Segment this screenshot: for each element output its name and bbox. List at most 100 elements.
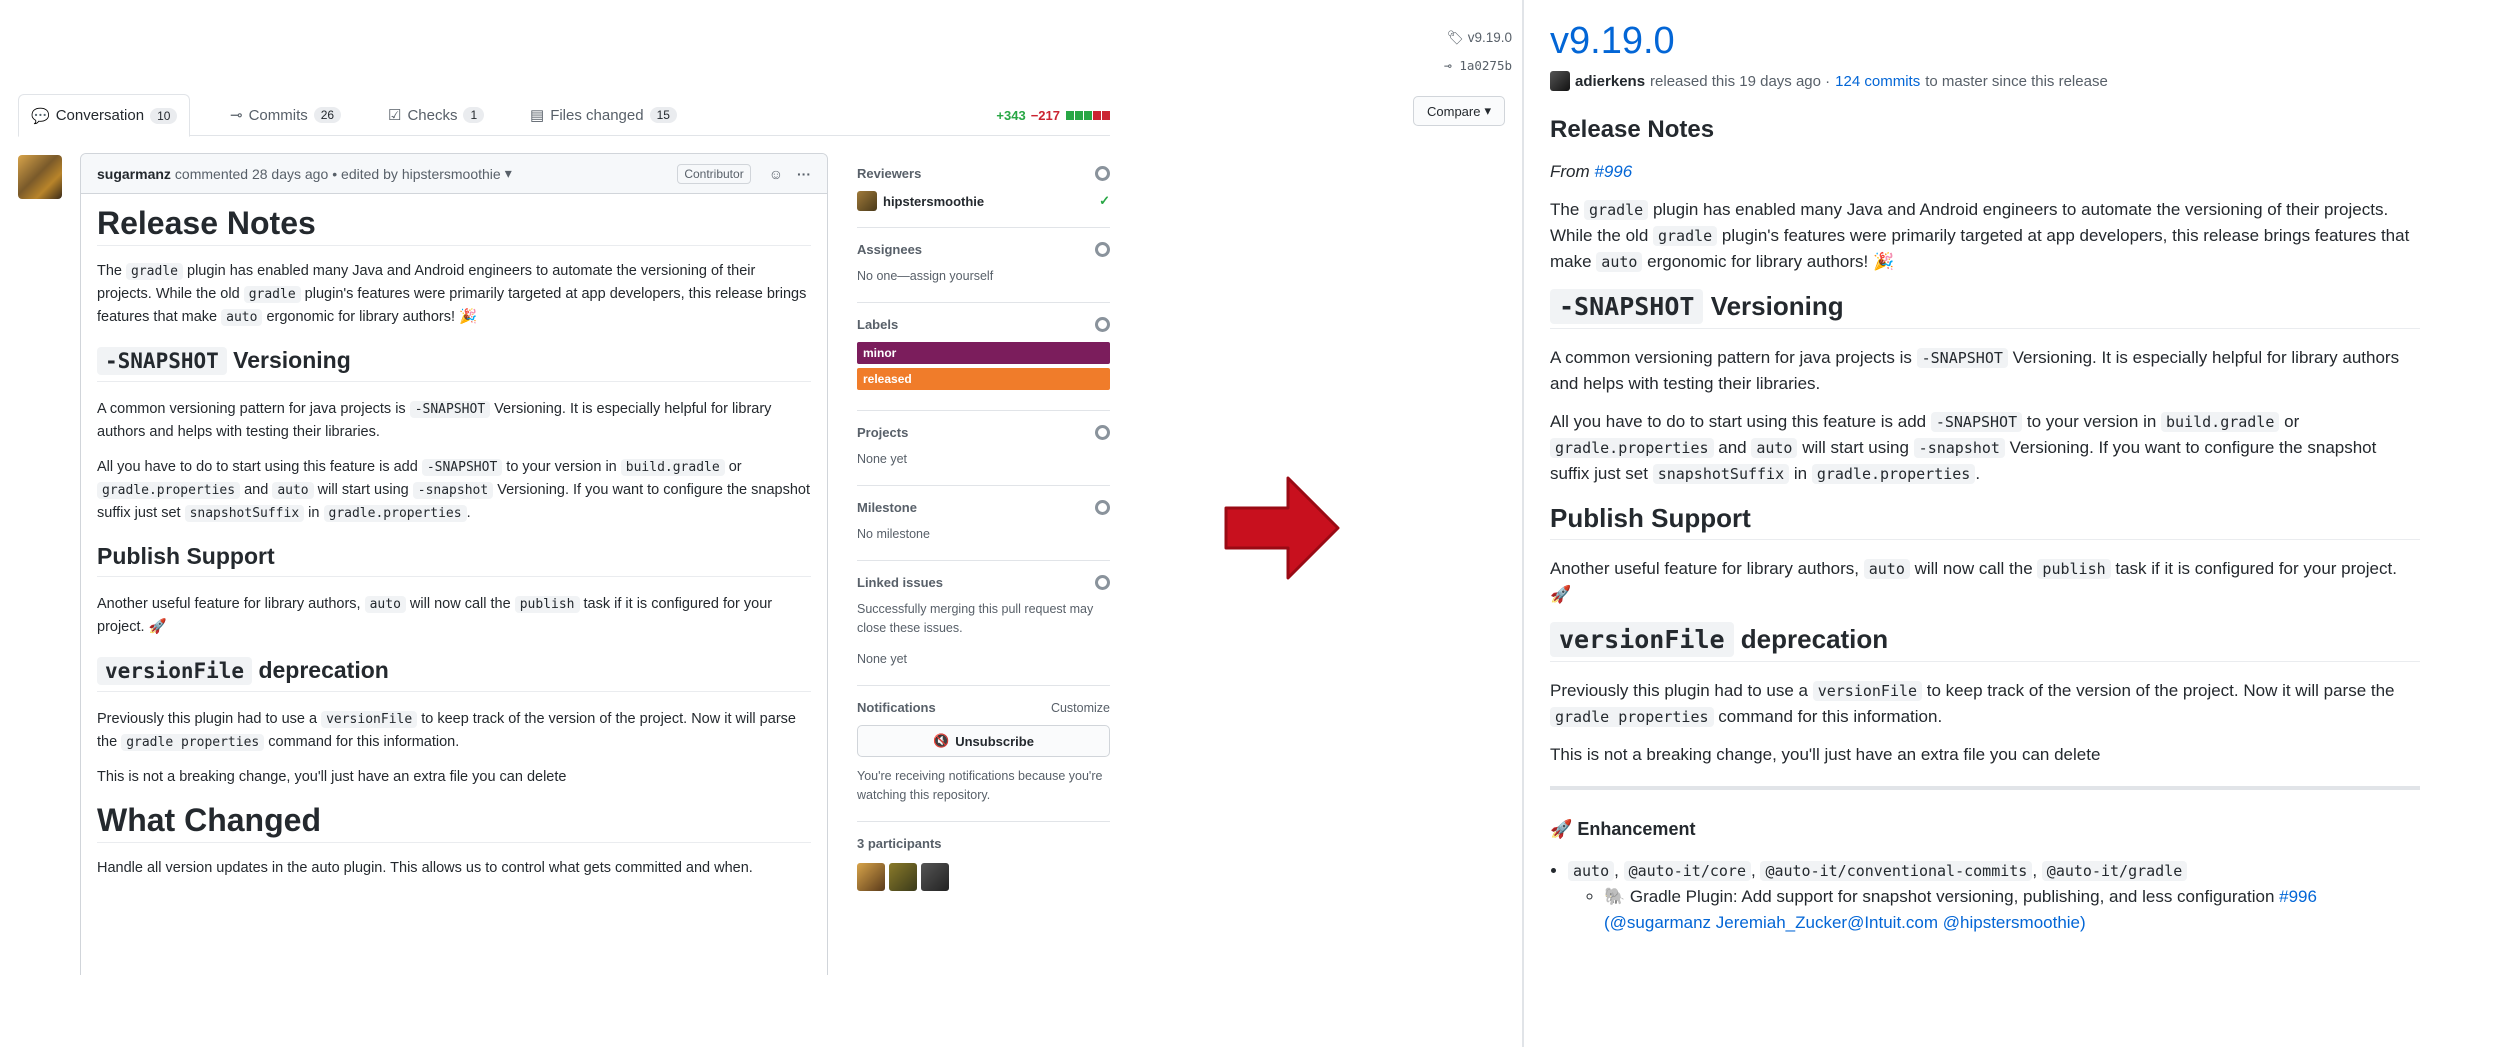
- notifications-text: You're receiving notifications because y…: [857, 769, 1103, 802]
- paragraph: The gradle plugin has enabled many Java …: [1550, 200, 2410, 272]
- section-title: Milestone: [857, 500, 917, 515]
- changelog-list: auto, @auto-it/core, @auto-it/convention…: [1568, 858, 2420, 936]
- tab-label: Commits: [248, 106, 308, 124]
- heading-versionfile-deprecation: versionFile deprecation: [97, 657, 811, 692]
- labels-section: Labels minor released: [857, 317, 1110, 411]
- tab-counter: 1: [463, 107, 485, 123]
- assign-yourself-link[interactable]: No one—assign yourself: [857, 267, 1110, 286]
- pr-link[interactable]: #996: [1594, 162, 1632, 181]
- mute-icon: 🔇: [933, 733, 950, 748]
- paragraph: All you have to do to start using this f…: [1550, 412, 2377, 484]
- tab-conversation[interactable]: 💬 Conversation 10: [18, 94, 191, 137]
- heading-versionfile-deprecation: versionFile deprecation: [1550, 622, 2420, 662]
- authors-link[interactable]: @sugarmanz Jeremiah_Zucker@Intuit.com @h…: [1610, 913, 2080, 932]
- section-title: 3 participants: [857, 836, 942, 851]
- avatar[interactable]: [857, 863, 885, 891]
- section-title: Reviewers: [857, 166, 922, 181]
- linked-issues-value: None yet: [857, 652, 908, 666]
- comment-body: Release Notes The gradle plugin has enab…: [81, 194, 827, 904]
- paragraph: Previously this plugin had to use a vers…: [97, 711, 796, 751]
- tab-checks[interactable]: ☑ Checks 1: [376, 94, 496, 136]
- pr-link[interactable]: #996: [2279, 887, 2317, 906]
- unsubscribe-button[interactable]: 🔇 Unsubscribe: [857, 725, 1110, 757]
- check-icon: ✓: [1099, 193, 1110, 208]
- pr-tabs: 💬 Conversation 10 ⊸ Commits 26 ☑ Checks …: [18, 94, 1110, 137]
- heading-publish-support: Publish Support: [1550, 505, 2420, 540]
- reviewer-name[interactable]: hipstersmoothie: [883, 194, 984, 209]
- from-line: From #996: [1550, 162, 1633, 181]
- deletions-count: −217: [1030, 108, 1060, 123]
- release-author[interactable]: adierkens: [1575, 73, 1645, 90]
- enhancement-heading: 🚀 Enhancement: [1550, 819, 1696, 839]
- heading-release-notes: Release Notes: [97, 207, 811, 246]
- more-icon[interactable]: ···: [797, 166, 811, 182]
- avatar[interactable]: [1550, 71, 1570, 91]
- heading-release-notes: Release Notes: [1550, 116, 1715, 143]
- gear-icon[interactable]: [1095, 425, 1110, 440]
- comment-header: sugarmanz commented 28 days ago • edited…: [81, 154, 827, 194]
- tab-label: Conversation: [55, 107, 145, 124]
- commit-icon: ⊸: [230, 107, 243, 124]
- list-item: 🐘 Gradle Plugin: Add support for snapsho…: [1604, 884, 2420, 936]
- section-title: Notifications: [857, 700, 936, 715]
- caret-down-icon: ▾: [1484, 103, 1491, 118]
- assignees-section: Assignees No one—assign yourself: [857, 242, 1110, 303]
- smiley-icon[interactable]: ☺: [769, 166, 783, 182]
- section-title: Labels: [857, 317, 899, 332]
- tab-files-changed[interactable]: ▤ Files changed 15: [518, 94, 689, 136]
- paragraph: This is not a breaking change, you'll ju…: [97, 769, 567, 785]
- paragraph: All you have to do to start using this f…: [97, 459, 810, 522]
- tab-counter: 15: [649, 107, 677, 123]
- additions-count: +343: [996, 108, 1026, 123]
- contributor-badge: Contributor: [677, 163, 751, 184]
- paragraph: Another useful feature for library autho…: [97, 596, 773, 635]
- file-diff-icon: ▤: [530, 107, 545, 124]
- milestone-section: Milestone No milestone: [857, 500, 1110, 561]
- list-item: auto, @auto-it/core, @auto-it/convention…: [1568, 858, 2420, 936]
- gear-icon[interactable]: [1095, 317, 1110, 332]
- tab-counter: 10: [150, 107, 178, 124]
- milestone-value: No milestone: [857, 527, 930, 541]
- commits-link[interactable]: 124 commits: [1835, 73, 1920, 90]
- gear-icon[interactable]: [1095, 166, 1110, 181]
- edited-by[interactable]: hipstersmoothie: [402, 166, 501, 182]
- divider: [1550, 786, 2420, 790]
- pr-comment: sugarmanz commented 28 days ago • edited…: [80, 153, 828, 975]
- tab-label: Files changed: [550, 106, 644, 124]
- compare-button[interactable]: Compare ▾: [1413, 96, 1505, 126]
- avatar[interactable]: [921, 863, 949, 891]
- paragraph: This is not a breaking change, you'll ju…: [1550, 745, 2101, 764]
- pull-request-view: 💬 Conversation 10 ⊸ Commits 26 ☑ Checks …: [0, 0, 1130, 975]
- divider: [1522, 0, 1524, 1047]
- release-content: v9.19.0 adierkens released this 19 days …: [1550, 20, 2420, 940]
- gear-icon[interactable]: [1095, 242, 1110, 257]
- section-title: Projects: [857, 425, 909, 440]
- commit-ref[interactable]: ⊸ 1a0275b: [1400, 58, 1512, 73]
- gear-icon[interactable]: [1095, 500, 1110, 515]
- gear-icon[interactable]: [1095, 575, 1110, 590]
- avatar[interactable]: [857, 191, 877, 211]
- tab-commits[interactable]: ⊸ Commits 26: [218, 94, 353, 136]
- comment-author[interactable]: sugarmanz: [97, 166, 171, 182]
- label-minor[interactable]: minor: [857, 342, 1110, 364]
- paragraph: Handle all version updates in the auto p…: [97, 860, 753, 876]
- diffstat-blocks: [1065, 108, 1110, 123]
- author-avatar[interactable]: [18, 155, 62, 199]
- release-title[interactable]: v9.19.0: [1550, 20, 2420, 63]
- label-released[interactable]: released: [857, 368, 1110, 390]
- section-title: Assignees: [857, 242, 923, 257]
- heading-snapshot-versioning: -SNAPSHOT Versioning: [97, 347, 811, 382]
- caret-down-icon[interactable]: ▾: [505, 165, 512, 182]
- tab-counter: 26: [313, 107, 342, 123]
- avatar[interactable]: [889, 863, 917, 891]
- section-title: Linked issues: [857, 575, 943, 590]
- paragraph: A common versioning pattern for java pro…: [1550, 348, 2400, 393]
- release-body: Release Notes From #996 The gradle plugi…: [1550, 117, 2420, 936]
- heading-publish-support: Publish Support: [97, 545, 811, 577]
- tag-ref[interactable]: 🏷 v9.19.0: [1400, 30, 1512, 46]
- linked-issues-text: Successfully merging this pull request m…: [857, 602, 1094, 635]
- projects-section: Projects None yet: [857, 425, 1110, 486]
- comment-icon: 💬: [31, 107, 50, 125]
- customize-link[interactable]: Customize: [1051, 701, 1110, 715]
- heading-snapshot-versioning: -SNAPSHOT Versioning: [1550, 289, 2420, 329]
